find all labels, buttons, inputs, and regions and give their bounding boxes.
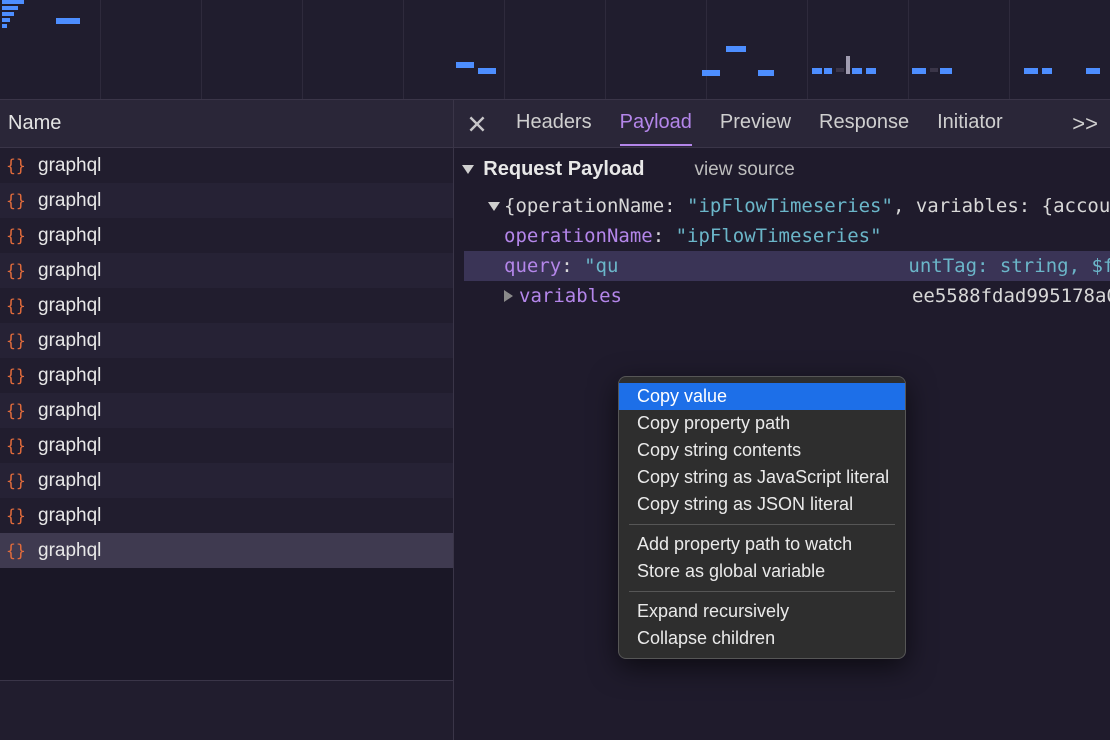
view-source-link[interactable]: view source [694,155,794,185]
request-row[interactable]: {} graphql [0,428,453,463]
request-row[interactable]: {} graphql [0,183,453,218]
braces-icon: {} [6,436,28,456]
svg-text:{}: {} [6,401,26,420]
request-name: graphql [38,400,101,422]
name-column-header[interactable]: Name [0,100,453,148]
request-name: graphql [38,435,101,457]
svg-text:{}: {} [6,471,26,490]
tab-initiator[interactable]: Initiator [937,101,1003,146]
svg-text:{}: {} [6,506,26,525]
braces-icon: {} [6,191,28,211]
request-row[interactable]: {} graphql [0,288,453,323]
tab-payload[interactable]: Payload [620,101,692,146]
request-name: graphql [38,470,101,492]
svg-text:{}: {} [6,226,26,245]
json-value[interactable]: "ipFlowTimeseries" [676,225,882,247]
menu-collapse-children[interactable]: Collapse children [619,625,905,652]
menu-separator [629,524,895,525]
request-row[interactable]: {} graphql [0,253,453,288]
tabs-overflow-icon[interactable]: >> [1072,111,1098,137]
svg-text:{}: {} [6,191,26,210]
section-title: Request Payload [483,158,644,180]
payload-tree[interactable]: {operationName: "ipFlowTimeseries", vari… [454,191,1110,311]
menu-copy-js-literal[interactable]: Copy string as JavaScript literal [619,464,905,491]
menu-expand-recursively[interactable]: Expand recursively [619,598,905,625]
close-icon[interactable] [466,113,488,135]
menu-separator [629,591,895,592]
svg-text:{}: {} [6,541,26,560]
request-list: {} graphql {} graphql {} graphql {} grap… [0,148,453,680]
braces-icon: {} [6,226,28,246]
svg-text:{}: {} [6,436,26,455]
braces-icon: {} [6,541,28,561]
request-name: graphql [38,190,101,212]
request-row[interactable]: {} graphql [0,393,453,428]
request-list-panel: Name {} graphql {} graphql {} graphql {}… [0,100,454,740]
detail-tabs: Headers Payload Preview Response Initiat… [454,100,1110,148]
braces-icon: {} [6,401,28,421]
menu-add-watch[interactable]: Add property path to watch [619,531,905,558]
svg-text:{}: {} [6,296,26,315]
request-row[interactable]: {} graphql [0,533,453,568]
menu-copy-property-path[interactable]: Copy property path [619,410,905,437]
request-name: graphql [38,540,101,562]
menu-store-global[interactable]: Store as global variable [619,558,905,585]
svg-text:{}: {} [6,366,26,385]
context-menu: Copy value Copy property path Copy strin… [618,376,906,659]
tab-response[interactable]: Response [819,101,909,146]
request-name: graphql [38,155,101,177]
request-row[interactable]: {} graphql [0,358,453,393]
request-name: graphql [38,260,101,282]
request-row[interactable]: {} graphql [0,148,453,183]
request-row[interactable]: {} graphql [0,498,453,533]
chevron-down-icon[interactable] [462,165,474,174]
json-value[interactable]: "qu [584,255,618,277]
request-name: graphql [38,295,101,317]
braces-icon: {} [6,331,28,351]
request-name: graphql [38,330,101,352]
status-bar [0,680,453,740]
request-row[interactable]: {} graphql [0,463,453,498]
json-key[interactable]: query [504,255,561,277]
menu-copy-string-contents[interactable]: Copy string contents [619,437,905,464]
request-name: graphql [38,365,101,387]
braces-icon: {} [6,506,28,526]
request-name: graphql [38,225,101,247]
tab-preview[interactable]: Preview [720,101,791,146]
svg-text:{}: {} [6,156,26,175]
request-name: graphql [38,505,101,527]
tab-headers[interactable]: Headers [516,101,592,146]
request-row[interactable]: {} graphql [0,218,453,253]
braces-icon: {} [6,471,28,491]
network-timeline[interactable] [0,0,1110,100]
menu-copy-json-literal[interactable]: Copy string as JSON literal [619,491,905,518]
braces-icon: {} [6,296,28,316]
chevron-down-icon[interactable] [488,202,500,211]
svg-text:{}: {} [6,261,26,280]
braces-icon: {} [6,261,28,281]
request-row[interactable]: {} graphql [0,323,453,358]
json-key[interactable]: operationName [504,225,653,247]
braces-icon: {} [6,156,28,176]
json-key[interactable]: variables [519,285,622,307]
svg-text:{}: {} [6,331,26,350]
menu-copy-value[interactable]: Copy value [619,383,905,410]
braces-icon: {} [6,366,28,386]
chevron-right-icon[interactable] [504,290,513,302]
